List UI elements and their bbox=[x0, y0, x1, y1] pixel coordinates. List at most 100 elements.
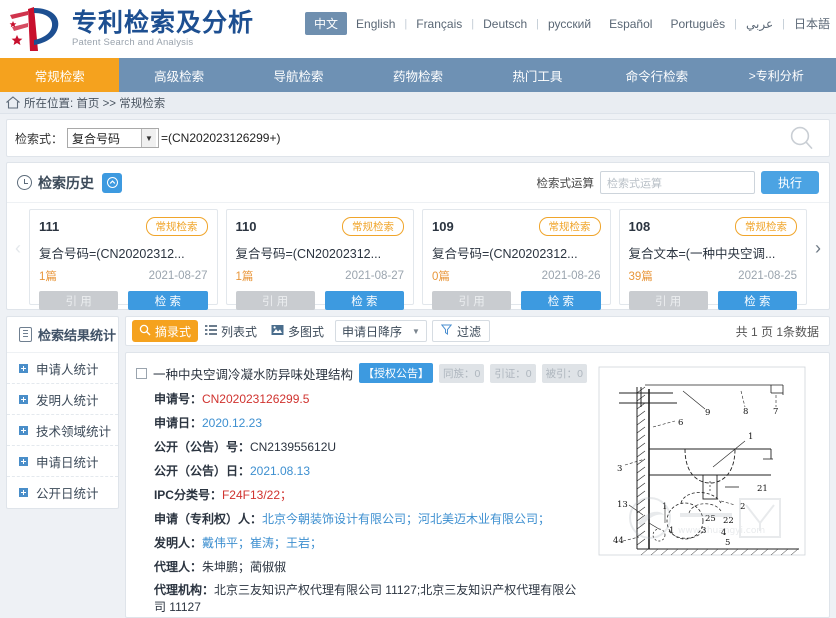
result-field-value[interactable]: F24F13/22； bbox=[222, 488, 292, 502]
history-card-meta: 1篇 2021-08-27 bbox=[236, 268, 405, 284]
sort-select[interactable]: 申请日降序 ▼ bbox=[335, 320, 427, 342]
history-card-buttons: 引 用检 索 bbox=[235, 291, 404, 310]
language-option-5[interactable]: Español bbox=[600, 14, 661, 34]
history-card-number: 109 bbox=[432, 219, 454, 234]
result-title[interactable]: 一种中央空调冷凝水防异味处理结构 bbox=[153, 364, 353, 383]
citation-badge[interactable]: 引证：0 bbox=[490, 363, 536, 383]
view-mode-list-label: 列表式 bbox=[220, 324, 257, 339]
funnel-icon bbox=[440, 324, 453, 338]
history-cite-button[interactable]: 引 用 bbox=[432, 291, 512, 310]
result-field-value[interactable]: 戴伟平；崔涛；王岩； bbox=[202, 536, 322, 550]
logo-mark-icon bbox=[8, 5, 66, 53]
result-field-4: IPC分类号：F24F13/22； bbox=[136, 486, 587, 503]
sidebar-item-3[interactable]: 申请日统计 bbox=[7, 446, 118, 477]
view-mode-list-button[interactable]: 列表式 bbox=[198, 320, 264, 342]
result-field-value[interactable]: 2021.08.13 bbox=[250, 464, 310, 478]
language-option-1[interactable]: English bbox=[347, 14, 404, 34]
history-card-count: 1篇 bbox=[235, 271, 254, 283]
list-icon bbox=[204, 324, 217, 339]
nav-tab-4[interactable]: 热门工具 bbox=[478, 58, 597, 92]
language-option-4[interactable]: русский bbox=[539, 14, 600, 34]
history-search-button[interactable]: 检 索 bbox=[717, 291, 797, 310]
language-option-2[interactable]: Français bbox=[407, 14, 471, 34]
filter-button[interactable]: 过滤 bbox=[431, 320, 490, 342]
nav-tab-2[interactable]: 导航检索 bbox=[239, 58, 358, 92]
history-card-top: 111 常规检索 bbox=[39, 217, 208, 236]
result-field-key: 代理人： bbox=[153, 560, 202, 574]
collapse-toggle-button[interactable] bbox=[102, 172, 122, 193]
result-field-key: 公开（公告）日： bbox=[153, 464, 250, 478]
result-field-3: 公开（公告）日：2021.08.13 bbox=[136, 462, 587, 479]
sidebar-item-2[interactable]: 技术领域统计 bbox=[7, 415, 118, 446]
search-field-select[interactable]: 复合号码 ▼ bbox=[67, 128, 160, 148]
history-card-expression[interactable]: 复合号码=(CN20202312... bbox=[236, 243, 405, 262]
page-header: 专利检索及分析 Patent Search and Analysis 中文 Eng… bbox=[0, 0, 836, 58]
result-field-key: 申请号： bbox=[153, 392, 202, 406]
expand-plus-icon[interactable] bbox=[19, 456, 28, 466]
language-option-0[interactable]: 中文 bbox=[305, 12, 348, 35]
expand-plus-icon[interactable] bbox=[19, 394, 28, 404]
history-card[interactable]: 111 常规检索 复合号码=(CN20202312... 1篇 2021-08-27 引 … bbox=[29, 209, 218, 310]
history-card[interactable]: 108 常规检索 复合文本=(一种中央空调... 39篇 2021-08-25 引 用检 … bbox=[618, 209, 807, 310]
result-field-5: 申请（专利权）人：北京今朝装饰设计有限公司；河北美迈木业有限公司； bbox=[136, 510, 587, 527]
statistics-sidebar: 检索结果统计 申请人统计 发明人统计 技术领域统计 申请日统计 公开日统计 bbox=[6, 316, 119, 509]
history-card[interactable]: 110 常规检索 复合号码=(CN20202312... 1篇 2021-08-27 引 … bbox=[225, 209, 414, 310]
result-field-value[interactable]: 北京今朝装饰设计有限公司；河北美迈木业有限公司； bbox=[262, 512, 550, 526]
cited-by-badge[interactable]: 被引：0 bbox=[541, 363, 587, 383]
history-cite-button[interactable]: 引 用 bbox=[235, 291, 315, 310]
history-card-expression[interactable]: 复合号码=(CN20202312... bbox=[39, 243, 208, 262]
history-cite-button[interactable]: 引 用 bbox=[628, 291, 708, 310]
execute-button[interactable]: 执行 bbox=[761, 171, 819, 194]
history-cite-button[interactable]: 引 用 bbox=[39, 291, 119, 310]
svg-text:6: 6 bbox=[678, 418, 683, 428]
nav-tab-1[interactable]: 高级检索 bbox=[119, 58, 238, 92]
search-icon[interactable] bbox=[789, 125, 815, 151]
sidebar-item-4[interactable]: 公开日统计 bbox=[7, 477, 118, 508]
nav-tab-6[interactable]: >专利分析 bbox=[717, 58, 836, 92]
result-field-1: 申请日：2020.12.23 bbox=[136, 414, 587, 431]
family-badge[interactable]: 同族：0 bbox=[438, 363, 485, 383]
result-checkbox[interactable] bbox=[135, 367, 147, 379]
result-field-6: 发明人：戴伟平；崔涛；王岩； bbox=[136, 534, 587, 551]
result-field-value[interactable]: CN202023126299.5 bbox=[202, 392, 309, 406]
history-card-meta: 39篇 2021-08-25 bbox=[629, 268, 798, 284]
logo-title-en: Patent Search and Analysis bbox=[72, 37, 194, 49]
history-search-button[interactable]: 检 索 bbox=[324, 291, 404, 310]
expand-plus-icon[interactable] bbox=[19, 488, 28, 497]
language-option-8[interactable]: 日本語 bbox=[785, 12, 836, 35]
history-next-button[interactable]: › bbox=[810, 235, 826, 261]
nav-tab-0[interactable]: 常规检索 bbox=[0, 58, 120, 92]
chevron-down-icon[interactable]: ▼ bbox=[141, 129, 157, 147]
result-title-row: 一种中央空调冷凝水防异味处理结构 【授权公告】 同族：0 引证：0 被引：0 bbox=[135, 363, 587, 383]
nav-tab-5[interactable]: 命令行检索 bbox=[597, 58, 716, 92]
expand-plus-icon[interactable] bbox=[19, 363, 28, 373]
history-card[interactable]: 109 常规检索 复合号码=(CN20202312... 0篇 2021-08-26 引 … bbox=[422, 209, 611, 310]
view-mode-multi-image-button[interactable]: 多图式 bbox=[264, 320, 331, 342]
logo-title-cn: 专利检索及分析 bbox=[72, 7, 255, 37]
logo[interactable]: 专利检索及分析 Patent Search and Analysis bbox=[0, 5, 254, 53]
operation-input[interactable]: 检索式运算 bbox=[600, 171, 755, 194]
language-option-6[interactable]: Português bbox=[661, 14, 734, 34]
sidebar-item-1[interactable]: 发明人统计 bbox=[7, 384, 118, 415]
nav-tab-3[interactable]: 药物检索 bbox=[358, 58, 477, 92]
history-search-button[interactable]: 检 索 bbox=[128, 291, 208, 310]
history-card-tag: 常规检索 bbox=[145, 217, 208, 236]
history-card-expression[interactable]: 复合文本=(一种中央空调... bbox=[629, 243, 798, 262]
language-option-7[interactable]: عربي bbox=[737, 14, 782, 34]
svg-text:3: 3 bbox=[617, 464, 622, 474]
clipboard-icon bbox=[19, 327, 32, 342]
result-field-value[interactable]: 2020.12.23 bbox=[202, 416, 262, 430]
sidebar-item-0[interactable]: 申请人统计 bbox=[7, 353, 118, 384]
result-field-value: CN213955612U bbox=[249, 440, 337, 454]
patent-drawing[interactable]: 9 8 7 6 1 3 21 2 13 1 25 22 3 4 5 44 1 w… bbox=[593, 363, 821, 563]
language-option-3[interactable]: Deutsch bbox=[474, 14, 536, 34]
history-prev-button[interactable]: ‹ bbox=[10, 235, 26, 261]
view-mode-abstract-button[interactable]: 摘录式 bbox=[131, 320, 198, 342]
history-card-expression[interactable]: 复合号码=(CN20202312... bbox=[432, 243, 601, 262]
expand-plus-icon[interactable] bbox=[19, 425, 28, 435]
result-field-key: IPC分类号： bbox=[153, 488, 222, 502]
search-expression[interactable]: =(CN202023126299+) bbox=[161, 131, 280, 145]
search-label: 检索式： bbox=[15, 131, 64, 146]
history-search-button[interactable]: 检 索 bbox=[521, 291, 601, 310]
history-card-number: 111 bbox=[39, 219, 60, 234]
